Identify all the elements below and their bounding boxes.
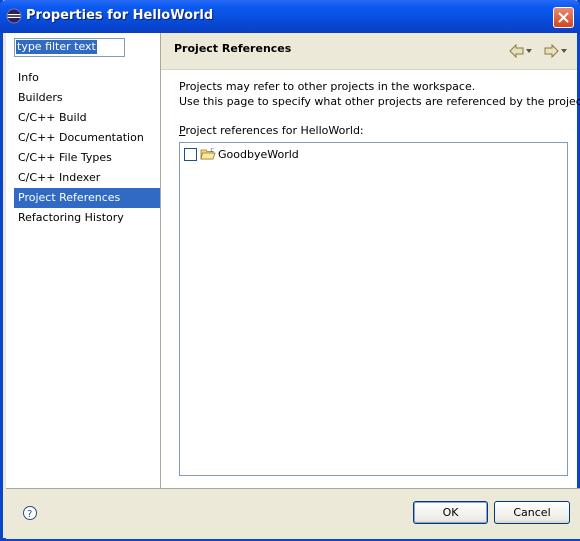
list-item[interactable]: C GoodbyeWorld: [184, 145, 299, 163]
nav-item-cpp-file-types[interactable]: C/C++ File Types: [14, 148, 160, 168]
nav-item-refactoring-history[interactable]: Refactoring History: [14, 208, 160, 228]
nav-item-builders[interactable]: Builders: [14, 88, 160, 108]
ok-button[interactable]: OK: [413, 501, 488, 524]
back-arrow-icon[interactable]: [508, 43, 532, 59]
nav-item-cpp-documentation[interactable]: C/C++ Documentation: [14, 128, 160, 148]
close-icon: [558, 12, 569, 23]
dialog-footer: ? OK Cancel: [6, 488, 580, 539]
forward-arrow-icon[interactable]: [543, 43, 567, 59]
nav-item-info[interactable]: Info: [14, 68, 160, 88]
filter-input[interactable]: type filter text: [14, 38, 125, 57]
nav-item-project-references[interactable]: Project References: [14, 188, 160, 208]
project-references-label: Project references for HelloWorld:: [179, 124, 364, 137]
title-bar[interactable]: Properties for HelloWorld: [0, 0, 580, 33]
goodbyeworld-checkbox[interactable]: [184, 147, 197, 161]
description-line-2: Use this page to specify what other proj…: [179, 95, 580, 108]
svg-text:C: C: [211, 148, 215, 154]
window-title: Properties for HelloWorld: [26, 8, 214, 23]
cancel-button[interactable]: Cancel: [494, 501, 570, 524]
label-text: roject references for HelloWorld:: [185, 124, 364, 137]
svg-text:?: ?: [27, 509, 32, 520]
nav-item-cpp-build[interactable]: C/C++ Build: [14, 108, 160, 128]
description-line-1: Projects may refer to other projects in …: [179, 80, 476, 93]
page-title: Project References: [174, 42, 292, 55]
project-reference-list[interactable]: C GoodbyeWorld: [179, 142, 568, 476]
filter-input-value: type filter text: [16, 40, 97, 54]
properties-window: Properties for HelloWorld type filter te…: [0, 0, 580, 541]
project-name: GoodbyeWorld: [218, 147, 299, 161]
help-icon[interactable]: ?: [22, 505, 38, 521]
close-button[interactable]: [553, 7, 574, 28]
page-content: Projects may refer to other projects in …: [161, 70, 580, 488]
nav-item-cpp-indexer[interactable]: C/C++ Indexer: [14, 168, 160, 188]
eclipse-icon: [6, 8, 22, 24]
page-header: Project References: [161, 33, 577, 70]
project-folder-icon: C: [200, 148, 216, 160]
navigation-pane: type filter text Info Builders C/C++ Bui…: [6, 33, 161, 488]
